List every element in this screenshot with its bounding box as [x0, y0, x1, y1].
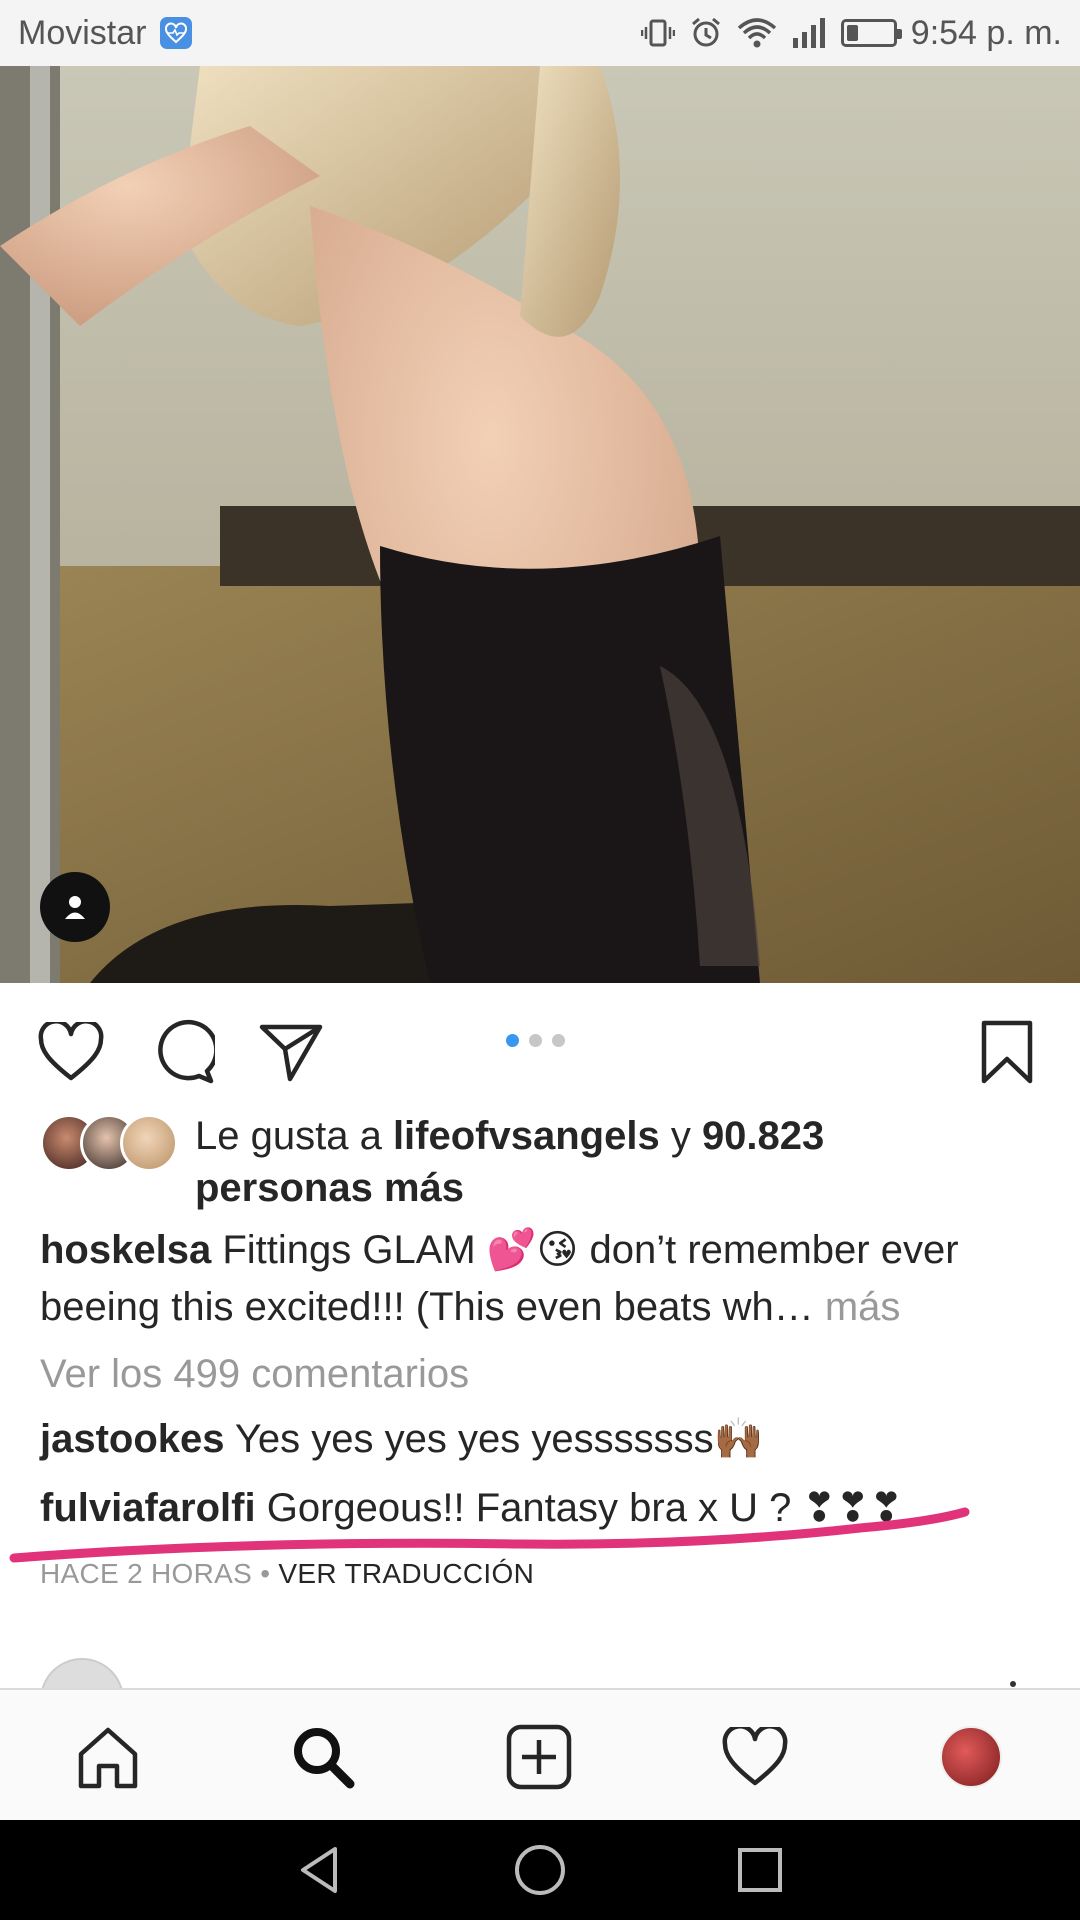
health-icon — [160, 17, 193, 49]
post-timestamp: HACE 2 HORAS — [40, 1558, 253, 1589]
add-post-icon — [506, 1724, 572, 1790]
comment: fulviafarolfi Gorgeous!! Fantasy bra x U… — [40, 1485, 903, 1531]
comment-button[interactable] — [147, 1017, 217, 1087]
caption-more-link[interactable]: más — [825, 1285, 901, 1329]
comment-username[interactable]: jastookes — [40, 1417, 225, 1461]
comment-text: Yes yes yes yes yesssssss🙌🏾 — [234, 1417, 764, 1461]
likes-count[interactable]: 90.823 — [702, 1114, 824, 1158]
vibrate-icon — [640, 16, 675, 50]
profile-avatar — [940, 1726, 1002, 1788]
post-image — [0, 66, 1080, 983]
bookmark-icon — [981, 1020, 1033, 1084]
tagged-people-button[interactable] — [40, 872, 110, 942]
battery-level — [846, 25, 858, 41]
likes-connector: y — [659, 1114, 702, 1158]
avatar — [120, 1114, 178, 1172]
post-caption: hoskelsa Fittings GLAM 💕😘 don’t remember… — [40, 1222, 1050, 1336]
send-icon — [259, 1024, 323, 1082]
back-button[interactable] — [290, 1840, 350, 1900]
caption-username[interactable]: hoskelsa — [40, 1228, 211, 1272]
status-left: Movistar — [18, 13, 193, 53]
likes-suffix[interactable]: personas más — [195, 1166, 464, 1210]
carousel-indicator — [506, 1034, 565, 1047]
view-all-comments-link[interactable]: Ver los 499 comentarios — [40, 1352, 469, 1397]
carrier-label: Movistar — [18, 13, 147, 52]
carousel-dot — [529, 1034, 542, 1047]
nav-home[interactable] — [71, 1720, 145, 1794]
nav-new-post[interactable] — [502, 1720, 576, 1794]
like-button[interactable] — [36, 1017, 106, 1087]
likes-summary: Le gusta a lifeofvsangels y 90.823 perso… — [195, 1110, 1035, 1214]
comment: jastookes Yes yes yes yes yesssssss🙌🏾 — [40, 1415, 763, 1462]
person-icon — [65, 896, 85, 919]
see-translation-link[interactable]: VER TRADUCCIÓN — [278, 1558, 534, 1589]
comment-icon — [158, 1019, 215, 1084]
status-bar: Movistar 9:54 p. m. — [0, 0, 1080, 66]
clock: 9:54 p. m. — [910, 13, 1062, 52]
status-right: 9:54 p. m. — [640, 13, 1062, 53]
back-triangle-icon — [301, 1847, 337, 1893]
signal-icon — [791, 16, 827, 50]
nav-activity[interactable] — [718, 1720, 792, 1794]
heart-icon — [722, 1727, 788, 1786]
search-icon — [294, 1728, 355, 1789]
bottom-nav — [0, 1688, 1080, 1822]
alarm-icon — [689, 16, 723, 50]
home-system-button[interactable] — [510, 1840, 570, 1900]
carousel-dot — [552, 1034, 565, 1047]
more-options-icon[interactable] — [1010, 1681, 1016, 1687]
home-circle-icon — [515, 1845, 565, 1895]
comment-text: Gorgeous!! Fantasy bra x U ? ❣❣❣ — [266, 1486, 904, 1530]
liker-username[interactable]: lifeofvsangels — [393, 1114, 660, 1158]
heart-icon — [38, 1022, 104, 1081]
nav-search[interactable] — [286, 1720, 360, 1794]
system-nav-bar — [0, 1820, 1080, 1920]
recents-button[interactable] — [730, 1840, 790, 1900]
battery-icon — [840, 19, 902, 47]
comment-username[interactable]: fulviafarolfi — [40, 1486, 256, 1530]
nav-profile[interactable] — [934, 1720, 1008, 1794]
likes-prefix: Le gusta a — [195, 1114, 393, 1158]
share-button[interactable] — [256, 1017, 326, 1087]
home-icon — [78, 1727, 138, 1789]
post-meta: HACE 2 HORAS • VER TRADUCCIÓN — [40, 1558, 534, 1590]
post-photo[interactable] — [0, 66, 1080, 983]
liker-avatars[interactable] — [40, 1114, 180, 1172]
save-button[interactable] — [972, 1017, 1042, 1087]
carousel-dot — [506, 1034, 519, 1047]
wifi-icon — [737, 16, 777, 50]
square-icon — [738, 1848, 782, 1892]
meta-separator: • — [260, 1558, 271, 1589]
